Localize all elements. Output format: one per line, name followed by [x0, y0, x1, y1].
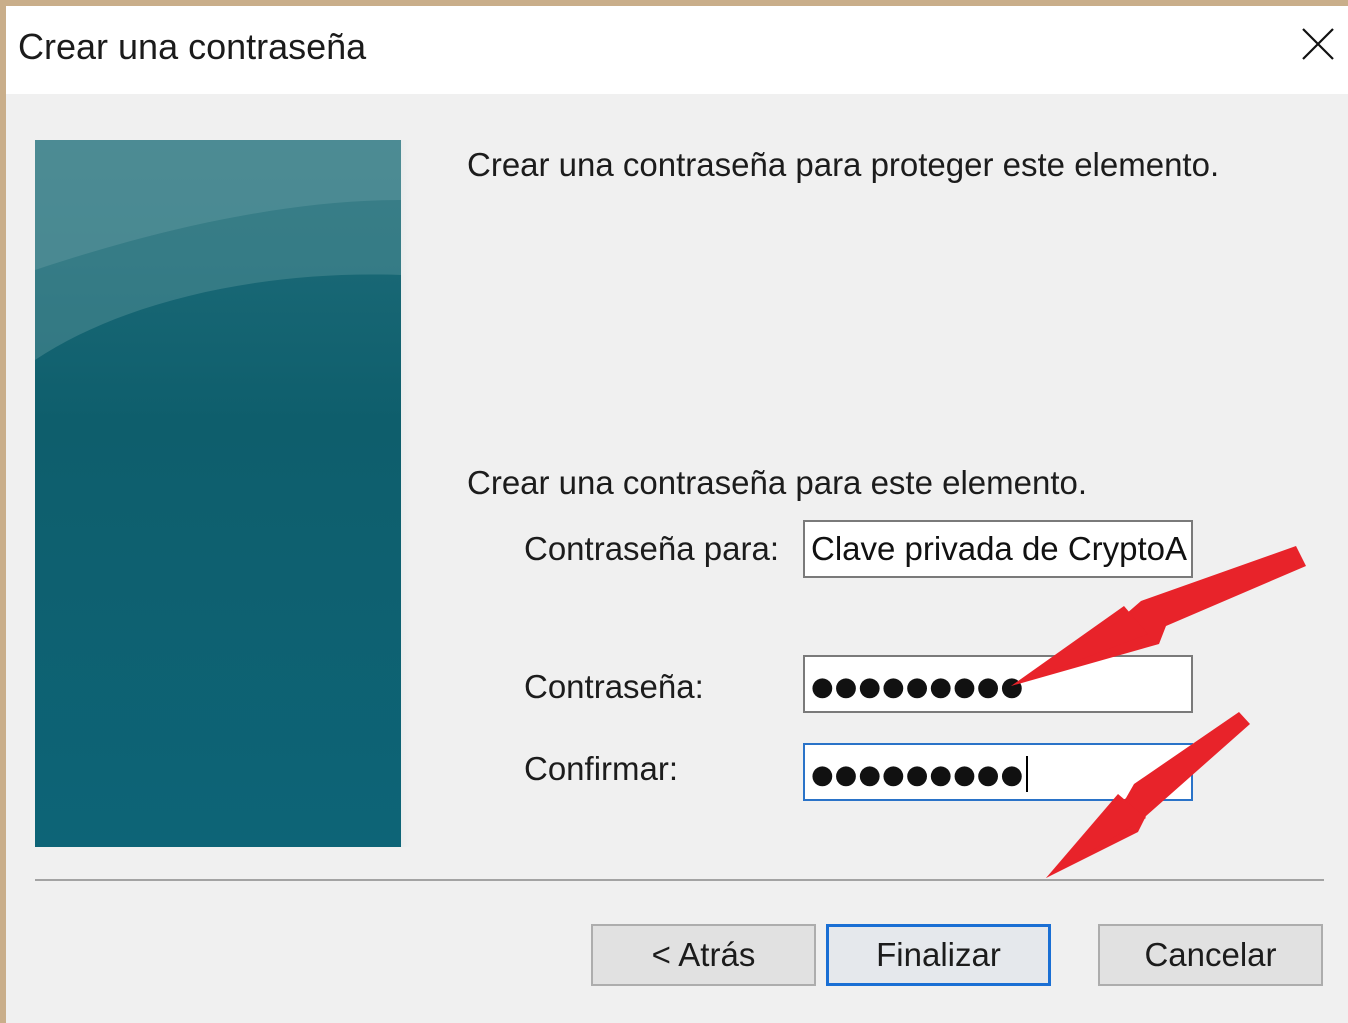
cancel-button[interactable]: Cancelar	[1098, 924, 1323, 986]
close-icon	[1301, 27, 1335, 66]
side-panel-edge	[401, 140, 411, 847]
finish-button[interactable]: Finalizar	[826, 924, 1051, 986]
text-caret	[1026, 756, 1029, 793]
close-button[interactable]	[1288, 6, 1348, 86]
confirm-label: Confirmar:	[524, 750, 679, 787]
instruction-text: Crear una contraseña para este elemento.	[467, 464, 1088, 501]
password-for-value: Clave privada de CryptoA	[811, 530, 1188, 567]
password-label: Contraseña:	[524, 668, 704, 705]
intro-text: Crear una contraseña para proteger este …	[467, 146, 1220, 183]
title-bar: Crear una contraseña	[6, 6, 1348, 94]
dialog-title: Crear una contraseña	[18, 26, 367, 67]
wizard-side-panel	[35, 140, 401, 847]
confirm-password-input[interactable]: ●●●●●●●●●	[803, 743, 1193, 801]
password-input[interactable]: ●●●●●●●●●	[803, 655, 1193, 713]
password-masked-value: ●●●●●●●●●	[811, 672, 1025, 702]
password-for-label: Contraseña para:	[524, 530, 779, 567]
back-button[interactable]: < Atrás	[591, 924, 816, 986]
confirm-masked-value: ●●●●●●●●●	[811, 760, 1025, 790]
create-password-dialog: Crear una contraseña Crear una contraseñ…	[6, 6, 1348, 1023]
password-for-field[interactable]: Clave privada de CryptoA	[803, 520, 1193, 578]
separator	[35, 879, 1324, 881]
